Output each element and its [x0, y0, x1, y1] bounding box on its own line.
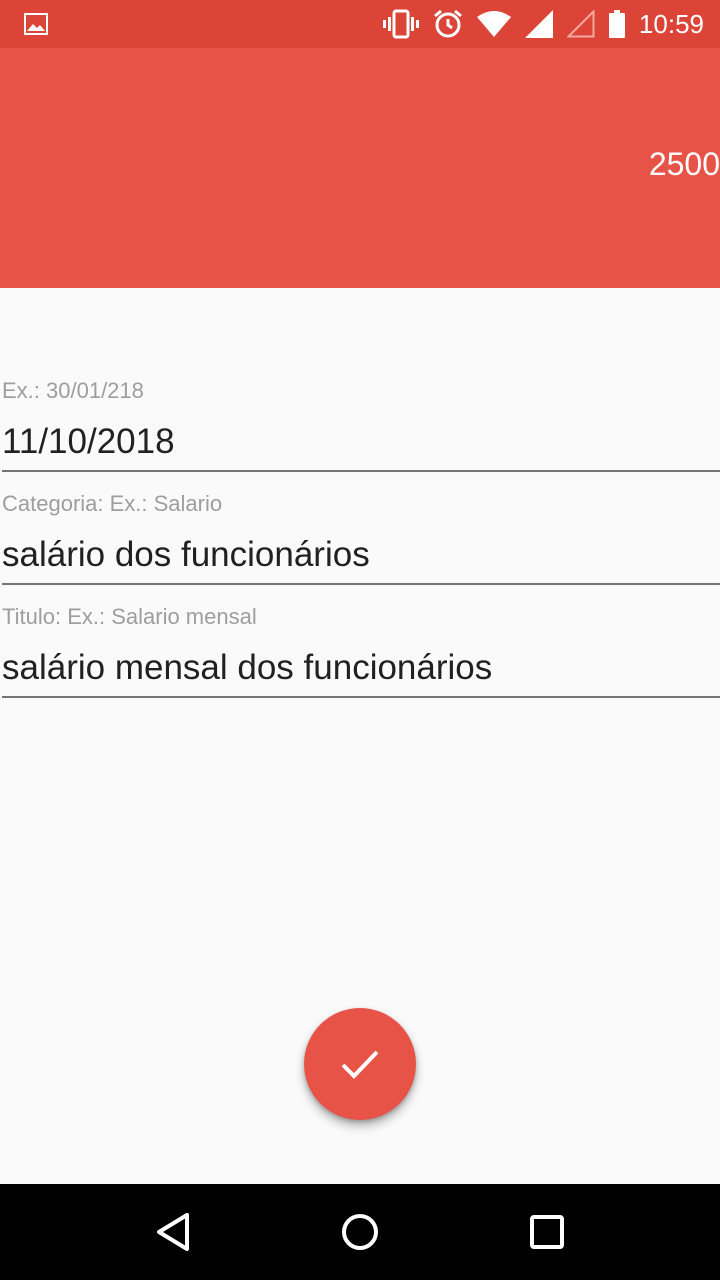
- back-icon: [155, 1212, 191, 1252]
- home-button[interactable]: [312, 1184, 408, 1280]
- date-field-underline: [2, 470, 720, 472]
- recents-button[interactable]: [499, 1184, 595, 1280]
- date-field[interactable]: Ex.: 30/01/218 11/10/2018: [0, 376, 720, 489]
- category-field-underline: [2, 583, 720, 585]
- form: Ex.: 30/01/218 11/10/2018 Categoria: Ex.…: [0, 376, 720, 715]
- home-icon: [340, 1212, 380, 1252]
- recents-icon: [529, 1214, 565, 1250]
- title-field-value[interactable]: salário mensal dos funcionários: [2, 648, 492, 688]
- battery-icon: [608, 10, 625, 38]
- title-field-underline: [2, 696, 720, 698]
- header: 2500: [0, 48, 720, 288]
- image-notification-icon: [24, 13, 48, 35]
- wifi-icon: [476, 11, 511, 37]
- confirm-fab-button[interactable]: [304, 1008, 416, 1120]
- date-field-hint: Ex.: 30/01/218: [2, 378, 144, 403]
- back-button[interactable]: [125, 1184, 221, 1280]
- vibrate-icon: [382, 9, 419, 39]
- status-time: 10:59: [638, 8, 704, 39]
- category-field-value[interactable]: salário dos funcionários: [2, 535, 370, 575]
- date-field-value[interactable]: 11/10/2018: [2, 422, 175, 462]
- category-field-hint: Categoria: Ex.: Salario: [2, 491, 223, 516]
- title-field[interactable]: Titulo: Ex.: Salario mensal salário mens…: [0, 602, 720, 715]
- navigation-bar: [0, 1184, 720, 1280]
- category-field[interactable]: Categoria: Ex.: Salario salário dos func…: [0, 489, 720, 602]
- signal-icon: [524, 10, 553, 38]
- header-amount: 2500: [648, 146, 720, 182]
- title-field-hint: Titulo: Ex.: Salario mensal: [2, 604, 257, 629]
- status-bar: 10:59: [0, 0, 720, 48]
- signal-empty-icon: [566, 10, 595, 38]
- check-icon: [340, 1048, 380, 1080]
- status-right: 10:59: [382, 8, 704, 40]
- alarm-icon: [433, 9, 463, 39]
- status-left: [24, 13, 383, 35]
